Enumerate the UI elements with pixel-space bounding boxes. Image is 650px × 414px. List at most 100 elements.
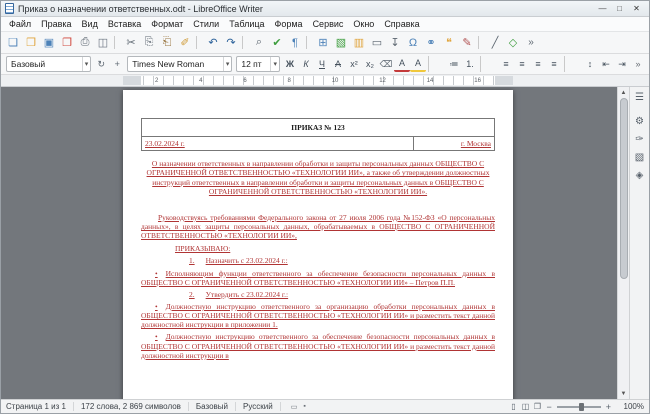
- insert-image-button[interactable]: ▧: [332, 34, 350, 52]
- order-word-paragraph[interactable]: ПРИКАЗЫВАЮ:: [141, 244, 495, 253]
- horizontal-ruler[interactable]: 2 4 6 8 10 12 14 16: [1, 75, 649, 87]
- align-center-button[interactable]: ≡: [514, 56, 530, 72]
- bullet-item-1[interactable]: • Исполняющим функции ответственного за о…: [141, 269, 495, 287]
- menu-item[interactable]: Вставка: [103, 18, 146, 30]
- copy-button[interactable]: ⎘: [140, 34, 158, 52]
- menu-item[interactable]: Окно: [348, 18, 379, 30]
- numbered-item-1[interactable]: 1. Назначить с 23.02.2024 г.:: [141, 256, 495, 265]
- paragraph-style-select[interactable]: Базовый ▾: [6, 56, 92, 72]
- sidebar-gallery-tab[interactable]: ▧: [632, 149, 648, 165]
- insert-hyperlink-button[interactable]: ⚭: [422, 34, 440, 52]
- line-spacing-button[interactable]: ↕: [582, 56, 598, 72]
- sidebar-navigator-tab[interactable]: ◈: [632, 167, 648, 183]
- scrollbar-thumb[interactable]: [619, 98, 628, 279]
- increase-indent-button[interactable]: ⇥: [614, 56, 630, 72]
- insert-line-button[interactable]: ╱: [486, 34, 504, 52]
- insert-chart-button[interactable]: ▥: [350, 34, 368, 52]
- paste-button[interactable]: ⎗: [158, 34, 176, 52]
- print-preview-button[interactable]: ◫: [94, 34, 112, 52]
- sidebar-styles-tab[interactable]: ✑: [632, 131, 648, 147]
- update-style-button[interactable]: ↻: [93, 56, 109, 72]
- open-button[interactable]: ❒: [22, 34, 40, 52]
- cut-button[interactable]: ✂: [122, 34, 140, 52]
- menu-item[interactable]: Формат: [146, 18, 188, 30]
- sidebar-settings-button[interactable]: ☰: [632, 89, 648, 105]
- strikethrough-button[interactable]: А: [330, 56, 346, 72]
- document-modified-icon[interactable]: ▪: [303, 403, 305, 410]
- justify-button[interactable]: ≡: [546, 56, 562, 72]
- clear-formatting-button[interactable]: ⌫: [378, 56, 394, 72]
- order-date-cell[interactable]: 23.02.2024 г.: [141, 136, 414, 152]
- italic-button[interactable]: К: [298, 56, 314, 72]
- ordered-list-button[interactable]: 1.: [462, 56, 478, 72]
- order-subject-paragraph[interactable]: О назначении ответственных в направлении…: [141, 159, 495, 196]
- zoom-out-button[interactable]: −: [546, 402, 551, 412]
- redo-button[interactable]: ↷: [222, 34, 240, 52]
- highlight-color-button[interactable]: А: [410, 56, 426, 72]
- find-replace-button[interactable]: ⌕: [250, 34, 268, 52]
- ruler-left-margin[interactable]: [123, 76, 141, 85]
- insert-special-char-button[interactable]: Ω: [404, 34, 422, 52]
- view-single-page-button[interactable]: ▯: [507, 401, 519, 413]
- order-title-cell[interactable]: ПРИКАЗ № 123: [141, 117, 495, 138]
- print-button[interactable]: ⎙: [76, 34, 94, 52]
- chevron-down-icon[interactable]: ▾: [81, 57, 91, 71]
- menu-item[interactable]: Форма: [270, 18, 308, 30]
- bullet-item-3[interactable]: • Должностную инструкцию ответственного з…: [141, 332, 495, 359]
- menu-item[interactable]: Стили: [188, 18, 224, 30]
- menu-item[interactable]: Сервис: [308, 18, 349, 30]
- toolbar-overflow-button[interactable]: »: [630, 56, 646, 72]
- zoom-slider-thumb[interactable]: [578, 402, 584, 411]
- close-button[interactable]: ✕: [628, 3, 645, 15]
- formatting-marks-button[interactable]: ¶: [286, 34, 304, 52]
- align-right-button[interactable]: ≡: [530, 56, 546, 72]
- sidebar-properties-tab[interactable]: ⚙: [632, 113, 648, 129]
- align-left-button[interactable]: ≡: [498, 56, 514, 72]
- chevron-down-icon[interactable]: ▾: [270, 57, 279, 71]
- scroll-up-icon[interactable]: ▲: [618, 87, 629, 98]
- unordered-list-button[interactable]: ≔: [446, 56, 462, 72]
- insert-table-button[interactable]: ⊞: [314, 34, 332, 52]
- insert-textbox-button[interactable]: ▭: [368, 34, 386, 52]
- document-workspace[interactable]: ПРИКАЗ № 123 23.02.2024 г. г. Москва О н…: [1, 87, 629, 399]
- document-page[interactable]: ПРИКАЗ № 123 23.02.2024 г. г. Москва О н…: [123, 90, 513, 399]
- word-count-status[interactable]: 172 слова, 2 869 символов: [81, 402, 181, 411]
- view-book-button[interactable]: ❐: [531, 401, 543, 413]
- menu-item[interactable]: Вид: [77, 18, 103, 30]
- page-count-status[interactable]: Страница 1 из 1: [6, 402, 66, 411]
- bullet-item-2[interactable]: • Должностную инструкцию ответственного з…: [141, 302, 495, 329]
- scroll-down-icon[interactable]: ▼: [618, 388, 629, 399]
- menu-item[interactable]: Файл: [4, 18, 36, 30]
- zoom-in-button[interactable]: +: [606, 402, 611, 412]
- superscript-button[interactable]: x²: [346, 56, 362, 72]
- zoom-level[interactable]: 100%: [618, 402, 644, 411]
- undo-button[interactable]: ↶: [204, 34, 222, 52]
- ruler-right-margin[interactable]: [495, 76, 513, 85]
- zoom-slider[interactable]: [556, 402, 601, 411]
- font-name-select[interactable]: Times New Roman ▾: [127, 56, 233, 72]
- save-button[interactable]: ▣: [40, 34, 58, 52]
- clone-formatting-button[interactable]: ✐: [176, 34, 194, 52]
- decrease-indent-button[interactable]: ⇤: [598, 56, 614, 72]
- order-city-cell[interactable]: г. Москва: [412, 136, 496, 152]
- export-pdf-button[interactable]: ❐: [58, 34, 76, 52]
- menu-item[interactable]: Правка: [36, 18, 76, 30]
- chevron-down-icon[interactable]: ▾: [222, 57, 232, 71]
- insert-page-break-button[interactable]: ↧: [386, 34, 404, 52]
- selection-mode-icon[interactable]: ▭: [291, 403, 298, 411]
- insert-comment-button[interactable]: ❝: [440, 34, 458, 52]
- new-style-button[interactable]: +: [109, 56, 125, 72]
- view-multi-page-button[interactable]: ◫: [519, 401, 531, 413]
- toolbar-overflow-button[interactable]: »: [522, 34, 540, 52]
- font-size-select[interactable]: 12 пт ▾: [236, 56, 280, 72]
- menu-item[interactable]: Справка: [379, 18, 424, 30]
- minimize-button[interactable]: —: [594, 3, 611, 15]
- vertical-scrollbar[interactable]: ▲ ▼: [617, 87, 629, 399]
- spelling-button[interactable]: ✔: [268, 34, 286, 52]
- subscript-button[interactable]: x₂: [362, 56, 378, 72]
- maximize-button[interactable]: □: [611, 3, 628, 15]
- underline-button[interactable]: Ч: [314, 56, 330, 72]
- order-header-table[interactable]: ПРИКАЗ № 123 23.02.2024 г. г. Москва: [141, 117, 496, 152]
- basic-shapes-button[interactable]: ◇: [504, 34, 522, 52]
- bold-button[interactable]: Ж: [282, 56, 298, 72]
